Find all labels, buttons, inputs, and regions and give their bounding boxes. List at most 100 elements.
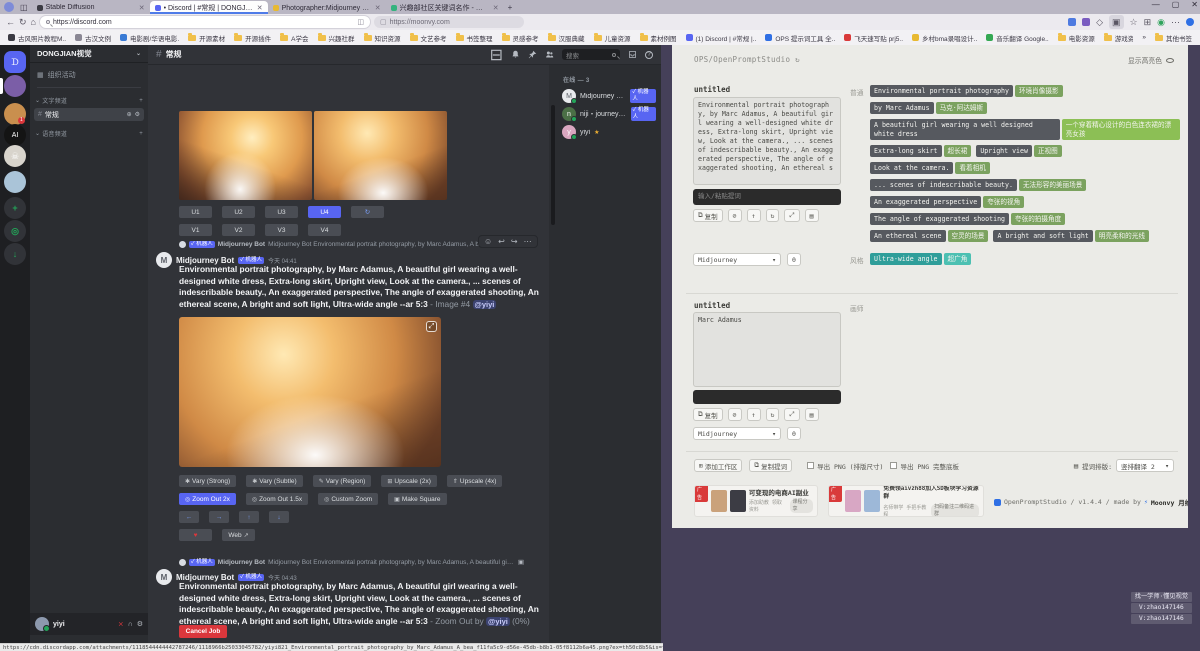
tab-close-icon[interactable]: ✕ (257, 4, 263, 12)
prompt-tag[interactable]: Extra-long skirt超长裙 (870, 145, 971, 157)
server-icon[interactable] (4, 75, 26, 97)
reroll-button[interactable]: ↻ (351, 206, 384, 218)
grid-image-right[interactable] (314, 111, 447, 200)
midjourney-button-u3[interactable]: U3 (265, 206, 298, 218)
site-info-icon[interactable] (46, 20, 50, 24)
midjourney-button-upscale-2x-[interactable]: ⊞Upscale (2x) (381, 475, 437, 487)
prompt-textarea[interactable]: Environmental portrait photography, by M… (693, 97, 841, 185)
threads-icon[interactable]: ⊟ (490, 45, 503, 65)
bookmark-item[interactable]: 汉服典藏 (548, 33, 585, 43)
copy-prompt-button[interactable]: ⧉ 复制提词 (749, 459, 792, 472)
prompt-tag[interactable]: by Marc Adamus马克·阿达姆斯 (870, 102, 987, 114)
sidebar-item-events[interactable]: ▦ 组织活动 (30, 67, 148, 83)
midjourney-button-custom-zoom[interactable]: ◎Custom Zoom (318, 493, 378, 505)
copy-button[interactable]: ⧉复制 (693, 408, 723, 421)
prompt-tag[interactable]: Ultra-wide angle超广角 (870, 253, 971, 265)
member-row[interactable]: yyiyi★ (557, 123, 661, 141)
bookmark-item[interactable]: (1) Discord | #常规 |.. (686, 33, 757, 43)
window-close-button[interactable]: ✕ (1191, 0, 1198, 9)
discord-home-button[interactable]: ᗪ (4, 51, 26, 73)
reply-icon[interactable]: ↩ (498, 237, 505, 246)
rail-action-button[interactable]: ◎ (4, 220, 26, 242)
midjourney-button-u4[interactable]: U4 (308, 206, 341, 218)
pan-arrow-button[interactable]: ↑ (239, 511, 259, 523)
add-channel-icon[interactable]: + (139, 98, 143, 104)
prompt-input-bar[interactable]: 输入/粘贴提词 (693, 189, 841, 205)
browser-tab[interactable]: Stable Diffusion✕ (32, 1, 150, 14)
prompt-tag[interactable]: The angle of exaggerated shooting夸张的拍摄角度 (870, 213, 1065, 225)
midjourney-button-u1[interactable]: U1 (179, 206, 212, 218)
bookmark-item[interactable]: 乡村bma录唱设计.. (912, 33, 977, 43)
clear-icon-button[interactable]: ⊘ (728, 408, 742, 421)
more-options-icon[interactable]: ⋯ (524, 237, 532, 246)
reply-preview[interactable]: ✓ 机器人 Midjourney Bot Midjourney Bot Envi… (179, 241, 509, 248)
headphones-icon[interactable]: ∩ (128, 621, 133, 628)
extension-a-icon[interactable] (1082, 18, 1090, 26)
midjourney-button-v1[interactable]: V1 (179, 224, 212, 236)
home-button[interactable]: ⌂ (31, 15, 36, 29)
web-button[interactable]: Web ↗ (222, 529, 255, 541)
back-button[interactable]: ← (6, 15, 15, 29)
rail-action-button[interactable]: + (4, 197, 26, 219)
save-icon-button[interactable]: ▤ (805, 209, 819, 222)
clear-icon-button[interactable]: ⊘ (728, 209, 742, 222)
bookmark-item[interactable]: 古风照片教程M.. (8, 33, 66, 43)
midjourney-button-vary-region-[interactable]: ✎Vary (Region) (313, 475, 372, 487)
forward-icon[interactable]: ↪ (511, 237, 518, 246)
address-bar-secondary[interactable]: ▢ https://moonvy.com (374, 16, 524, 28)
prompt-tag[interactable]: Upright view正视图 (976, 145, 1061, 157)
tab-close-icon[interactable]: ✕ (139, 4, 145, 12)
ad-card[interactable]: 广告 可变现的电商AI副业 添加助教 领取资料 课程分享 (694, 485, 818, 517)
prompt-tag[interactable]: Environmental portrait photography环境肖像摄影 (870, 85, 1063, 97)
export-png-checkbox-2[interactable]: 导出 PNG 完整底板 (890, 461, 959, 471)
bookmark-item[interactable]: OPS 提示词工具 全.. (765, 33, 835, 43)
moonvy-brand[interactable]: Moonvy 月维 (1151, 497, 1188, 507)
help-icon[interactable]: ? (645, 51, 653, 59)
midjourney-upscaled-image[interactable]: ⤢ (179, 317, 441, 467)
avatar[interactable]: M (156, 569, 172, 585)
prompt-tag[interactable]: A beautiful girl wearing a well designed… (870, 119, 1180, 140)
midjourney-button-v4[interactable]: V4 (308, 224, 341, 236)
grid-image-left[interactable] (179, 111, 312, 200)
edge-profile-icon[interactable] (1186, 18, 1194, 26)
bookmark-item[interactable]: 素材例图 (640, 33, 677, 43)
favorite-star-icon[interactable]: ☆ (1130, 15, 1138, 29)
expand-icon-button[interactable]: ⤢ (784, 209, 799, 222)
bookmark-item[interactable]: 音乐翻译 Google.. (986, 33, 1048, 43)
bookmark-item[interactable]: 游戏资源 (1104, 33, 1134, 43)
midjourney-button-u2[interactable]: U2 (222, 206, 255, 218)
prompt-tag[interactable]: An exaggerated perspective夸张的视角 (870, 196, 1024, 208)
settings-gear-icon[interactable]: ⚙ (137, 620, 143, 628)
pan-arrow-button[interactable]: ↓ (269, 511, 289, 523)
midjourney-button-zoom-out-2x[interactable]: ◎Zoom Out 2x (179, 493, 236, 505)
mention-pill[interactable]: @yiyi (486, 617, 510, 626)
refresh-icon[interactable]: ↻ (795, 55, 800, 64)
workspace-name[interactable]: untitled (694, 85, 730, 94)
browser-tab[interactable]: 兴趣部社区关键词名作 - 飞书云文档✕ (386, 1, 504, 14)
server-header[interactable]: DONGJIAN视觉 ⌄ (30, 45, 148, 63)
prompt-input-bar[interactable] (693, 390, 841, 404)
other-bookmarks-button[interactable]: 其他书签 (1155, 33, 1192, 43)
ad-pill[interactable]: 课程分享 (790, 499, 814, 513)
browser-tab[interactable]: • Discord | #常规 | DONGJIAN视觉✕ (150, 1, 268, 14)
midjourney-button-v3[interactable]: V3 (265, 224, 298, 236)
add-channel-icon[interactable]: + (139, 131, 143, 137)
avatar[interactable] (35, 617, 49, 631)
prompt-tag[interactable]: A bright and soft light明亮柔和的光线 (993, 230, 1148, 242)
server-icon[interactable] (4, 171, 26, 193)
tab-close-icon[interactable]: ✕ (493, 4, 499, 12)
reading-extension-icon[interactable]: ▣ (1109, 15, 1124, 29)
pan-arrow-button[interactable]: → (209, 511, 229, 523)
channel-item-general[interactable]: # 常规 ⊕ ⚙ (34, 108, 144, 121)
engine-select[interactable]: Midjourney ▾ (693, 253, 781, 266)
bookmark-item[interactable]: A学会 (280, 33, 308, 43)
export-png-checkbox-1[interactable]: 导出 PNG (排版尺寸) (807, 461, 883, 471)
cancel-job-button[interactable]: Cancel Job (179, 625, 227, 638)
sync-user-icon[interactable]: ◉ (1157, 15, 1165, 29)
browser-menu-icon[interactable]: ⋯ (1171, 15, 1180, 29)
bookmark-item[interactable]: 文艺参考 (410, 33, 447, 43)
midjourney-button-make-square[interactable]: ▣Make Square (388, 493, 446, 505)
browser-tab[interactable]: Photographer:Midjourney 关键词✕ (268, 1, 386, 14)
midjourney-button-upscale-4x-[interactable]: ⇑Upscale (4x) (447, 475, 503, 487)
prompt-tag[interactable]: Look at the camera.看着相机 (870, 162, 990, 174)
